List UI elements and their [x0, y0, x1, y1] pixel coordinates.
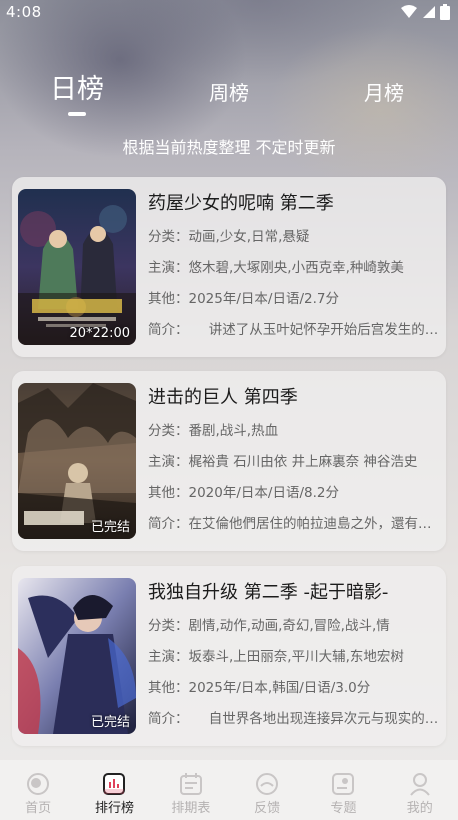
nav-item-topics[interactable]: 专题 — [305, 760, 381, 820]
status-icons — [400, 4, 450, 20]
battery-icon — [440, 4, 450, 20]
episode-time-badge: 20*22:00 — [69, 326, 130, 341]
status-time: 4:08 — [6, 3, 42, 21]
category-row: 分类：剧情,动作,动画,奇幻,冒险,战斗,情 — [148, 618, 390, 634]
signal-icon — [423, 6, 435, 18]
profile-icon — [410, 773, 430, 796]
cast-row: 主演：悠木碧,大塚刚央,小西克幸,种崎敦美 — [148, 260, 404, 276]
category-row: 分类：番剧,战斗,热血 — [148, 423, 279, 439]
card-info: 进击的巨人 第四季 分类：番剧,战斗,热血 主演：梶裕貴 石川由依 井上麻裏奈 … — [148, 383, 440, 537]
feedback-icon — [256, 773, 279, 795]
ranking-card[interactable]: 已完结 进击的巨人 第四季 分类：番剧,战斗,热血 主演：梶裕貴 石川由依 井上… — [12, 371, 446, 551]
nav-label: 反馈 — [254, 801, 281, 816]
anime-title: 药屋少女的呢喃 第二季 — [148, 193, 334, 214]
category-row: 分类：动画,少女,日常,悬疑 — [148, 229, 310, 245]
nav-label: 首页 — [25, 801, 52, 816]
bottom-nav: 首页 排行榜 排期表 反馈 专题 我的 — [0, 760, 458, 820]
other-row: 其他：2020年/日本/日语/8.2分 — [148, 485, 339, 501]
poster-image: 20*22:00 — [18, 189, 136, 345]
wifi-icon — [401, 5, 417, 18]
nav-label: 排行榜 — [94, 801, 134, 816]
cast-row: 主演：梶裕貴 石川由依 井上麻裏奈 神谷浩史 — [148, 454, 418, 470]
nav-item-ranking[interactable]: 排行榜 — [76, 760, 152, 820]
topic-icon — [332, 773, 355, 795]
intro-row: 简介：在艾倫他們居住的帕拉迪島之外，還有更大的世界 — [148, 516, 440, 532]
home-icon — [27, 773, 50, 795]
other-row: 其他：2025年/日本,韩国/日语/3.0分 — [148, 680, 371, 696]
tab-monthly[interactable]: 月榜 — [364, 78, 404, 108]
ranking-subtitle: 根据当前热度整理 不定时更新 — [122, 138, 336, 157]
nav-item-schedule[interactable]: 排期表 — [153, 760, 229, 820]
calendar-icon — [179, 773, 202, 795]
status-bar: 4:08 — [0, 0, 458, 24]
cast-row: 主演：坂泰斗,上田丽奈,平川大辅,东地宏树 — [148, 649, 404, 665]
card-info: 药屋少女的呢喃 第二季 分类：动画,少女,日常,悬疑 主演：悠木碧,大塚刚央,小… — [148, 189, 440, 343]
nav-label: 排期表 — [171, 801, 211, 816]
intro-row: 简介： 自世界各地出现连接异次元与现实的通道 — [148, 711, 440, 727]
anime-title: 进击的巨人 第四季 — [148, 387, 298, 408]
poster-image: 已完结 — [18, 383, 136, 539]
tab-active-indicator — [68, 112, 86, 116]
ranking-tabs: 日榜 周榜 月榜 — [0, 70, 458, 120]
status-badge: 已完结 — [90, 520, 130, 535]
anime-title: 我独自升级 第二季 -起于暗影- — [148, 582, 389, 603]
nav-item-feedback[interactable]: 反馈 — [229, 760, 305, 820]
tab-daily[interactable]: 日榜 — [50, 70, 104, 116]
card-info: 我独自升级 第二季 -起于暗影- 分类：剧情,动作,动画,奇幻,冒险,战斗,情 … — [148, 578, 440, 732]
ranking-card[interactable]: 20*22:00 药屋少女的呢喃 第二季 分类：动画,少女,日常,悬疑 主演：悠… — [12, 177, 446, 357]
nav-item-home[interactable]: 首页 — [0, 760, 76, 820]
nav-label: 专题 — [330, 801, 357, 816]
tab-label: 月榜 — [364, 81, 404, 105]
nav-label: 我的 — [406, 801, 433, 816]
intro-row: 简介： 讲述了从玉叶妃怀孕开始后宫发生的种种 — [148, 322, 440, 338]
other-row: 其他：2025年/日本/日语/2.7分 — [148, 291, 339, 307]
poster-image: 已完结 — [18, 578, 136, 734]
status-badge: 已完结 — [90, 715, 130, 730]
nav-item-profile[interactable]: 我的 — [382, 760, 458, 820]
ranking-icon — [103, 773, 126, 795]
tab-label: 日榜 — [50, 74, 104, 105]
ranking-card[interactable]: 已完结 我独自升级 第二季 -起于暗影- 分类：剧情,动作,动画,奇幻,冒险,战… — [12, 566, 446, 746]
tab-label: 周榜 — [209, 81, 249, 105]
tab-weekly[interactable]: 周榜 — [209, 78, 249, 108]
